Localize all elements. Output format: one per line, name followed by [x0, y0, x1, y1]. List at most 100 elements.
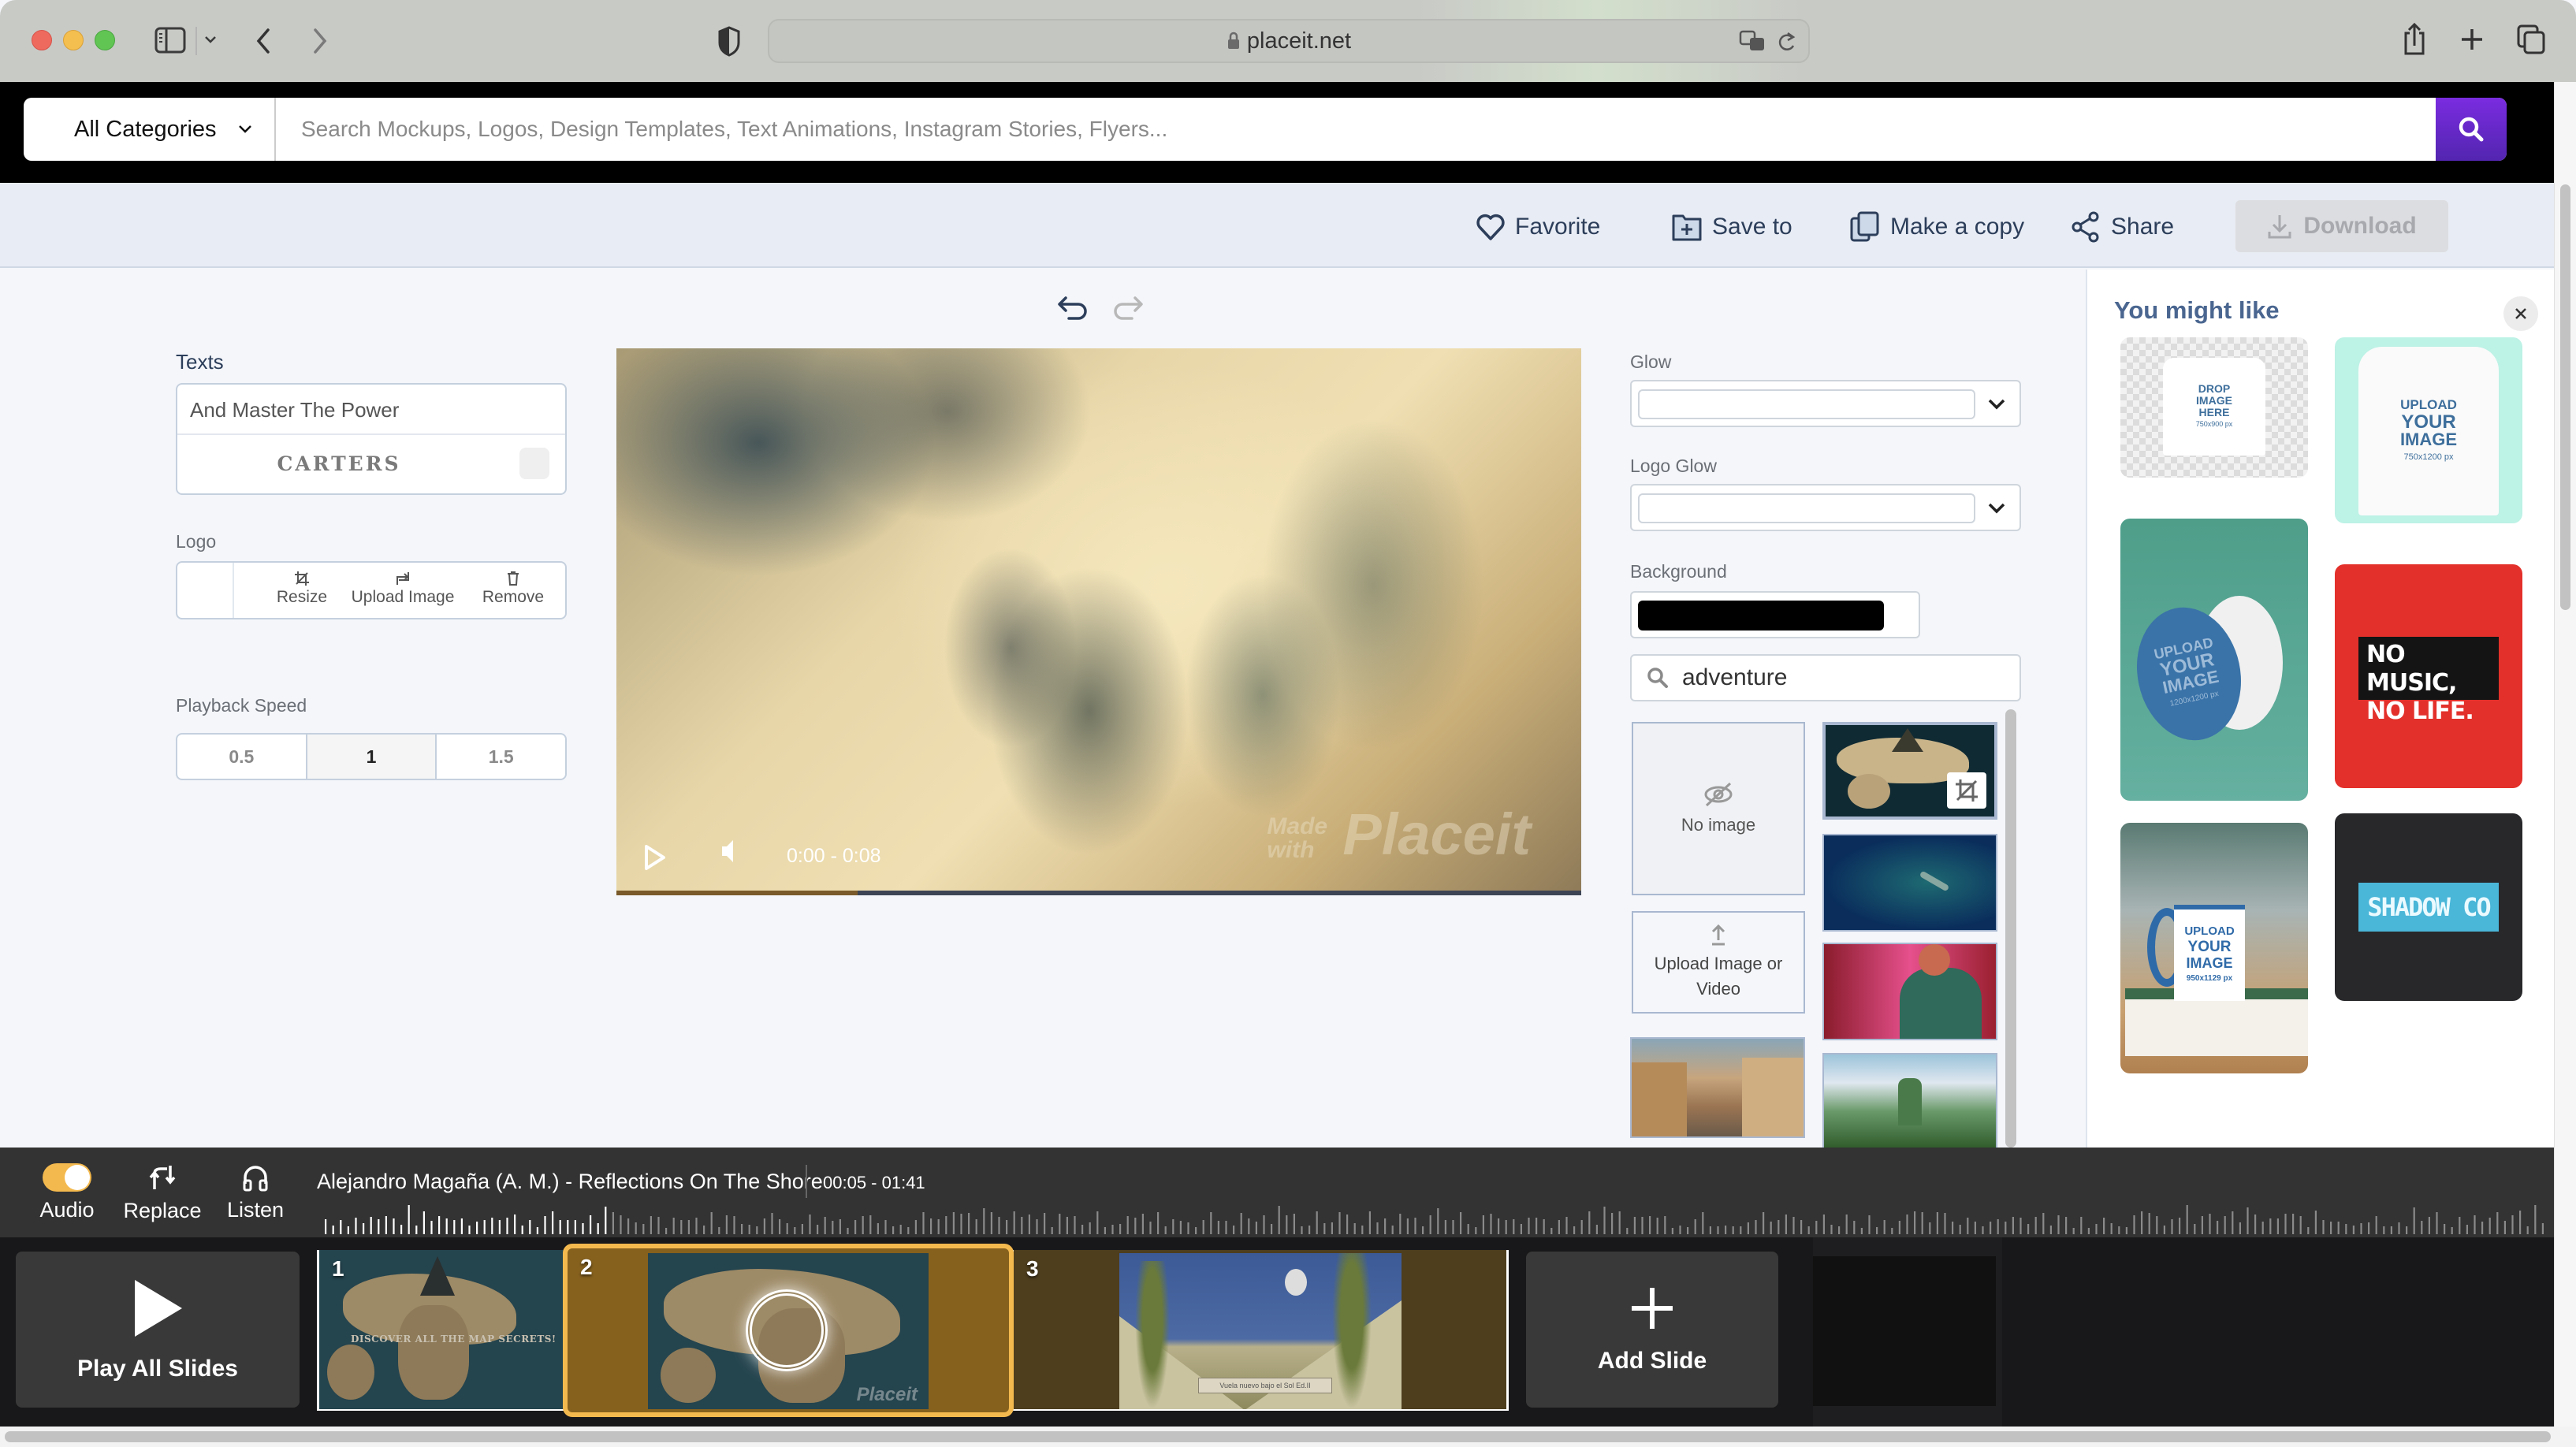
- waveform-bar: [2421, 1221, 2423, 1234]
- bg-thumb-cyberpunk-character[interactable]: [1822, 943, 1997, 1040]
- upload-icon: [1711, 924, 1725, 946]
- horizontal-scrollbar-thumb[interactable]: [5, 1431, 2551, 1442]
- speed-0-5-button[interactable]: 0.5: [177, 735, 307, 779]
- waveform-bar: [2481, 1222, 2484, 1234]
- logo-upload-button[interactable]: Upload Image: [341, 571, 464, 613]
- background-search-field[interactable]: adventure: [1630, 654, 2021, 701]
- waveform-bar: [1822, 1215, 1825, 1234]
- minimize-window-button[interactable]: [63, 30, 84, 50]
- play-all-slides-button[interactable]: Play All Slides: [16, 1252, 300, 1408]
- waveform-bar: [2541, 1223, 2544, 1234]
- suggestion-mug-mockup[interactable]: UPLOAD YOUR IMAGE 950x1129 px: [2120, 823, 2308, 1073]
- share-button[interactable]: Share: [2070, 210, 2174, 244]
- suggestion-kids-tshirt-mockup[interactable]: DROP IMAGE HERE 750x900 px: [2120, 337, 2308, 478]
- waveform-bar: [1437, 1208, 1439, 1234]
- chevron-down-icon[interactable]: [203, 35, 218, 44]
- crop-icon: [1956, 779, 1978, 802]
- logo-glow-select[interactable]: [1630, 484, 2021, 531]
- waveform-bar: [1929, 1222, 1931, 1234]
- search-input[interactable]: [276, 98, 2436, 161]
- reload-icon[interactable]: [1777, 30, 1797, 54]
- translate-icon[interactable]: [1739, 30, 1767, 54]
- search-button[interactable]: [2436, 98, 2507, 161]
- suggestion-tshirt-back-mockup[interactable]: UPLOAD YOUR IMAGE 750x1200 px: [2335, 337, 2522, 523]
- address-bar[interactable]: placeit.net: [768, 19, 1810, 63]
- horizontal-scrollbar[interactable]: [0, 1427, 2576, 1447]
- download-button[interactable]: Download: [2235, 200, 2448, 252]
- text-color-swatch[interactable]: [519, 448, 549, 479]
- suggestion-text: HERE: [2198, 406, 2230, 418]
- logo-resize-button[interactable]: Resize: [255, 571, 349, 613]
- bg-thumb-cartoon-town-street[interactable]: [1630, 1037, 1805, 1138]
- waveform-bar: [1982, 1226, 1984, 1234]
- tabs-overview-icon[interactable]: [2516, 24, 2546, 55]
- waveform-bar: [582, 1223, 584, 1234]
- upload-media-option[interactable]: Upload Image or Video: [1632, 911, 1805, 1014]
- video-preview[interactable]: Made with Placeit 0:00 - 0:08: [616, 348, 1581, 895]
- listen-button[interactable]: Listen: [225, 1148, 285, 1237]
- page-scrollbar[interactable]: [2554, 82, 2576, 1427]
- slide-3[interactable]: Vuela nuevo bajo el Sol Ed.II 3: [1014, 1250, 1506, 1409]
- audio-waveform[interactable]: [325, 1201, 2552, 1234]
- waveform-bar: [839, 1219, 841, 1234]
- sidebar-toggle-icon[interactable]: [154, 27, 186, 54]
- bg-thumb-fantasy-island-map[interactable]: [1822, 722, 1997, 820]
- waveform-bar: [2148, 1213, 2150, 1234]
- forward-icon[interactable]: [311, 27, 329, 55]
- favorite-button[interactable]: Favorite: [1476, 210, 1600, 244]
- watermark-big: Placeit: [1342, 802, 1531, 867]
- glow-value: [1638, 389, 1975, 419]
- replace-audio-button[interactable]: Replace: [121, 1148, 203, 1237]
- add-slide-button[interactable]: Add Slide: [1526, 1252, 1778, 1408]
- no-image-option[interactable]: No image: [1632, 722, 1805, 895]
- crop-button[interactable]: [1947, 772, 1986, 809]
- volume-icon[interactable]: [720, 837, 743, 865]
- undo-icon[interactable]: [1056, 293, 1091, 325]
- waveform-bar: [460, 1218, 463, 1234]
- audio-toggle[interactable]: Audio: [35, 1148, 99, 1237]
- waveform-bar: [1384, 1218, 1387, 1234]
- waveform-bar: [1664, 1216, 1666, 1234]
- waveform-bar: [2284, 1214, 2287, 1234]
- make-copy-button[interactable]: Make a copy: [1849, 210, 2024, 244]
- waveform-bar: [952, 1212, 955, 1234]
- waveform-bar: [862, 1216, 864, 1234]
- close-window-button[interactable]: [32, 30, 52, 50]
- waveform-bar: [2337, 1222, 2340, 1234]
- category-dropdown[interactable]: All Categories: [24, 98, 276, 161]
- close-suggestions-button[interactable]: [2503, 296, 2538, 331]
- privacy-shield-icon[interactable]: [717, 25, 741, 57]
- waveform-bar: [567, 1220, 569, 1234]
- play-icon[interactable]: [643, 843, 667, 872]
- share-icon[interactable]: [2403, 22, 2426, 57]
- suggestion-no-music-no-life-design[interactable]: NO MUSIC, NO LIFE.: [2335, 564, 2522, 788]
- glow-select[interactable]: [1630, 380, 2021, 427]
- audio-toggle-switch[interactable]: [43, 1162, 91, 1192]
- background-color-picker[interactable]: [1630, 591, 1920, 638]
- page-scrollbar-thumb[interactable]: [2560, 184, 2570, 610]
- bg-thumb-diver-underwater[interactable]: [1822, 834, 1997, 932]
- bg-thumb-fantasy-valley-landscape[interactable]: [1822, 1053, 1997, 1151]
- text-field-1[interactable]: And Master The Power: [190, 394, 553, 426]
- new-tab-icon[interactable]: [2459, 27, 2485, 52]
- suggestion-phone-grip-mockup[interactable]: UPLOAD YOUR IMAGE 1200x1200 px: [2120, 519, 2308, 801]
- waveform-bar: [1006, 1220, 1008, 1234]
- waveform-bar: [2360, 1223, 2362, 1234]
- speed-1-button[interactable]: 1: [307, 735, 437, 779]
- logo-remove-button[interactable]: Remove: [466, 571, 560, 613]
- speed-1-5-button[interactable]: 1.5: [437, 735, 565, 779]
- back-icon[interactable]: [254, 27, 273, 55]
- slide-2[interactable]: Placeit 2: [563, 1244, 1014, 1417]
- waveform-bar: [2194, 1224, 2196, 1234]
- suggestion-shadow-co-logo[interactable]: SHADOW CO: [2335, 813, 2522, 1001]
- slide-1[interactable]: DISCOVER ALL THE MAP SECRETS! 1: [319, 1250, 564, 1409]
- redo-icon[interactable]: [1110, 293, 1145, 325]
- maximize-window-button[interactable]: [95, 30, 115, 50]
- waveform-bar: [2163, 1226, 2165, 1234]
- glow-label: Glow: [1630, 352, 1672, 372]
- thumbnail-scrollbar[interactable]: [2005, 709, 2016, 1148]
- text-field-2[interactable]: CARTERS: [177, 441, 501, 487]
- waveform-bar: [453, 1220, 456, 1234]
- save-to-button[interactable]: Save to: [1671, 210, 1792, 244]
- close-icon: [2515, 308, 2526, 319]
